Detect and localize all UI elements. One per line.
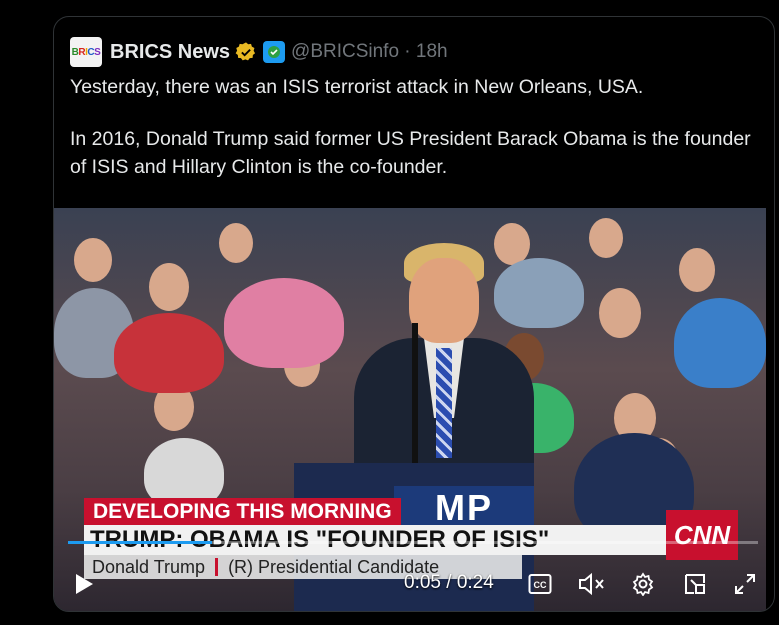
- settings-icon[interactable]: [628, 570, 658, 598]
- time-display: 0:05 / 0:24: [404, 572, 494, 593]
- pip-icon[interactable]: [680, 570, 710, 598]
- tweet-paragraph: Yesterday, there was an ISIS terrorist a…: [70, 76, 644, 98]
- svg-text:CC: CC: [534, 580, 547, 590]
- microphone: [412, 323, 418, 463]
- fullscreen-icon[interactable]: [730, 570, 760, 598]
- affiliate-badge-icon[interactable]: [263, 41, 286, 63]
- podium-sign: MP: [394, 486, 534, 530]
- tweet-header: BRICS BRICS News @BRICSinfo · 18h: [70, 37, 448, 67]
- video-player[interactable]: MP DEVELOPING THIS MORNING TRUMP: OBAMA …: [54, 208, 766, 611]
- verified-badge-icon[interactable]: [235, 41, 257, 63]
- chyron-headline: TRUMP: OBAMA IS "FOUNDER OF ISIS": [84, 525, 670, 555]
- tweet-card[interactable]: BRICS BRICS News @BRICSinfo · 18h Yester…: [53, 16, 775, 612]
- avatar[interactable]: BRICS: [70, 37, 102, 67]
- play-icon[interactable]: [68, 568, 100, 600]
- display-name[interactable]: BRICS News: [110, 41, 230, 64]
- breaking-banner: DEVELOPING THIS MORNING: [84, 498, 401, 525]
- network-logo: CNN: [666, 510, 738, 560]
- captions-icon[interactable]: CC: [526, 570, 554, 598]
- mute-icon[interactable]: [576, 570, 608, 598]
- progress-bar[interactable]: [68, 541, 758, 544]
- tweet-paragraph: In 2016, Donald Trump said former US Pre…: [70, 128, 751, 178]
- handle-and-time[interactable]: @BRICSinfo · 18h: [291, 41, 448, 63]
- tweet-text: Yesterday, there was an ISIS terrorist a…: [70, 73, 760, 181]
- progress-fill: [68, 541, 212, 544]
